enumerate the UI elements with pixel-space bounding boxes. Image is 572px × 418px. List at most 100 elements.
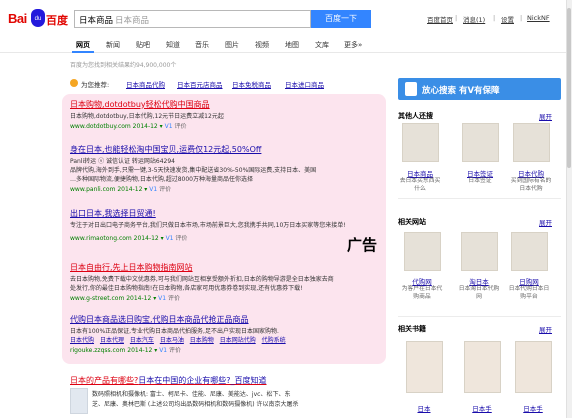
- tab-images[interactable]: 图片: [225, 40, 239, 50]
- shield-icon: [405, 82, 417, 96]
- logo-baidu-cn-text: 百度: [46, 14, 68, 27]
- ad-url[interactable]: rigouke.zzqss.com 2014-12 ▾: [70, 347, 157, 354]
- book-caption[interactable]: 日本手: [511, 403, 555, 413]
- separator: |: [520, 14, 523, 22]
- tab-map[interactable]: 地图: [285, 40, 299, 50]
- verify-badge[interactable]: V1: [165, 123, 173, 130]
- ad-url[interactable]: www.dotdotbuy.com 2014-12 ▾: [70, 123, 163, 130]
- book-cover[interactable]: [515, 341, 552, 393]
- related-thumb[interactable]: [461, 232, 498, 271]
- verify-badge[interactable]: V1: [149, 186, 157, 193]
- ad-desc: …多种国际物流,便捷购物,日本代购,超过8000万种海量商品任你选择: [70, 176, 253, 183]
- recommend-link[interactable]: 日本百元店商品: [177, 79, 223, 89]
- related-subtitle: 为客户在日本代购商品: [401, 286, 443, 300]
- search-button[interactable]: 百度一下: [311, 10, 371, 28]
- related-subtitle: 日本淘日本代购网: [458, 286, 500, 300]
- baidu-logo[interactable]: Bai du 百度: [8, 9, 70, 29]
- recommend-link[interactable]: 日本进口商品: [285, 79, 324, 89]
- paw-icon: du: [31, 9, 45, 27]
- ad-sitelinks: 日本代购 日本代理 日本汽车 日本马油 日本购物 日本网站代购 代购系统: [70, 336, 286, 345]
- tab-news[interactable]: 新闻: [106, 40, 120, 50]
- ad-result: 出口日本,我选择日贸通! 专注于对日出口电子商务平台,我们只做日本市场,市场前景…: [70, 208, 346, 242]
- ad-desc: 去日本购物,免费下载中文优惠券,可与我们网站互相享受额外折扣,日本的购物导游是全…: [70, 276, 334, 283]
- ad-desc: 日本有100%正品保证,专业代购日本商品代拍服务,足不出户实现日本国家购物.: [70, 328, 279, 335]
- tab-more[interactable]: 更多»: [344, 40, 362, 50]
- organic-desc-line: 数码照相机和摄像机: 富士、柯尼卡、佳能、尼康、美能达、jvc、松下、东: [92, 391, 291, 398]
- home-link[interactable]: 百度首页: [427, 14, 453, 24]
- ad-url[interactable]: www.panli.com 2014-12 ▾: [70, 186, 147, 193]
- logo-du-text: du: [34, 16, 42, 22]
- sitelink[interactable]: 日本购物: [190, 337, 214, 344]
- book-caption[interactable]: 日本手: [460, 403, 504, 413]
- ad-url[interactable]: www.g-street.com 2014-12 ▾: [70, 295, 156, 302]
- ad-url-row: www.dotdotbuy.com 2014-12 ▾ V1 评价: [70, 121, 224, 130]
- recommend-link[interactable]: 日本商品代购: [126, 79, 165, 89]
- expand-link[interactable]: 展开: [539, 217, 552, 227]
- ad-result: 日本自由行,先上日本购物指南网站 去日本购物,免费下载中文优惠券,可与我们网站互…: [70, 262, 334, 302]
- rate-link[interactable]: 评价: [174, 123, 186, 130]
- sitelink[interactable]: 日本代理: [100, 337, 124, 344]
- tab-web[interactable]: 网页: [76, 40, 90, 50]
- sitelink[interactable]: 日本汽车: [130, 337, 154, 344]
- expand-link[interactable]: 展开: [539, 324, 552, 334]
- related-thumb[interactable]: [462, 123, 499, 162]
- organic-thumbnail[interactable]: [70, 388, 88, 414]
- rate-link[interactable]: 评价: [168, 295, 180, 302]
- related-thumb[interactable]: [404, 232, 441, 271]
- settings-link[interactable]: 设置: [501, 14, 514, 24]
- ad-title[interactable]: 日本购物,dotdotbuy轻松代购中国商品: [70, 99, 224, 110]
- tab-wenku[interactable]: 文库: [315, 40, 329, 50]
- tab-video[interactable]: 视频: [255, 40, 269, 50]
- tab-tieba[interactable]: 贴吧: [136, 40, 150, 50]
- organic-title[interactable]: 日本的产品有哪些?日本在中国的企业有哪些?_百度知道: [70, 375, 267, 386]
- section-title: 其他人还搜: [398, 112, 433, 120]
- related-subtitle: 去日本买东西买什么: [399, 178, 441, 192]
- related-thumb[interactable]: [402, 123, 439, 162]
- organic-desc: 数码照相机和摄像机: 富士、柯尼卡、佳能、尼康、美能达、jvc、松下、东 芝、尼…: [92, 390, 299, 410]
- sitelink[interactable]: 日本网站代购: [220, 337, 256, 344]
- ad-title[interactable]: 身在日本,也能轻松淘中国宝贝,运费仅12元起,50%Off: [70, 144, 316, 155]
- rate-link[interactable]: 评价: [169, 347, 181, 354]
- user-menu[interactable]: NickNF: [527, 14, 550, 22]
- rate-link[interactable]: 评价: [159, 186, 171, 193]
- scrollbar-thumb[interactable]: [567, 8, 571, 168]
- sitelink[interactable]: 日本代购: [70, 337, 94, 344]
- expand-link[interactable]: 展开: [539, 111, 552, 121]
- verify-badge[interactable]: V1: [166, 235, 174, 242]
- book-cover[interactable]: [406, 341, 443, 393]
- ad-url-row: www.rimaotong.com 2014-12 ▾ V1 评价: [70, 233, 346, 242]
- ad-title[interactable]: 出口日本,我选择日贸通!: [70, 208, 346, 219]
- tab-zhidao[interactable]: 知道: [166, 40, 180, 50]
- ad-result: 身在日本,也能轻松淘中国宝贝,运费仅12元起,50%Off Panli转运 ⓥ …: [70, 144, 316, 193]
- recommend-link[interactable]: 日本免税商品: [232, 79, 271, 89]
- related-thumb[interactable]: [513, 123, 550, 162]
- ad-desc: 专注于对日出口电子商务平台,我们只做日本市场,市场前景巨大,您我携手共同,10万…: [70, 222, 346, 229]
- ad-desc: 日本购物,dotdotbuy,日本代购,12元节日运费立减12元起: [70, 113, 224, 120]
- organic-result: 日本的产品有哪些?日本在中国的企业有哪些?_百度知道: [70, 375, 267, 386]
- ad-url[interactable]: www.rimaotong.com 2014-12 ▾: [70, 235, 164, 242]
- ad-title[interactable]: 代购日本商品选日购宝,代购日本商品代抢正品商品: [70, 314, 286, 325]
- messages-link[interactable]: 消息(1): [463, 14, 485, 24]
- sitelink[interactable]: 日本马油: [160, 337, 184, 344]
- verify-badge[interactable]: V1: [158, 295, 166, 302]
- related-thumb[interactable]: [511, 232, 548, 271]
- search-query-ghost: 日本商品: [115, 16, 150, 26]
- verify-badge[interactable]: V1: [159, 347, 167, 354]
- logo-bai-text: Bai: [8, 11, 27, 26]
- ad-result: 代购日本商品选日购宝,代购日本商品代抢正品商品 日本有100%正品保证,专业代购…: [70, 314, 286, 354]
- search-input[interactable]: 日本商品 日本商品: [74, 10, 311, 28]
- search-query: 日本商品: [79, 16, 114, 26]
- book-cover[interactable]: [464, 341, 501, 393]
- active-tab-indicator: [72, 51, 94, 53]
- book-caption[interactable]: 日本: [402, 403, 446, 413]
- ad-url-row: rigouke.zzqss.com 2014-12 ▾ V1 评价: [70, 345, 286, 354]
- tab-music[interactable]: 音乐: [195, 40, 209, 50]
- rate-link[interactable]: 评价: [175, 235, 187, 242]
- related-subtitle: 日本代购日本日购平台: [508, 286, 550, 300]
- ad-title[interactable]: 日本自由行,先上日本购物指南网站: [70, 262, 334, 273]
- separator: |: [493, 14, 496, 22]
- organic-title-part: _百度知道: [230, 376, 267, 385]
- ad-url-row: www.g-street.com 2014-12 ▾ V1 评价: [70, 293, 334, 302]
- sitelink[interactable]: 代购系统: [262, 337, 286, 344]
- recommend-label: 为您推荐:: [81, 81, 110, 89]
